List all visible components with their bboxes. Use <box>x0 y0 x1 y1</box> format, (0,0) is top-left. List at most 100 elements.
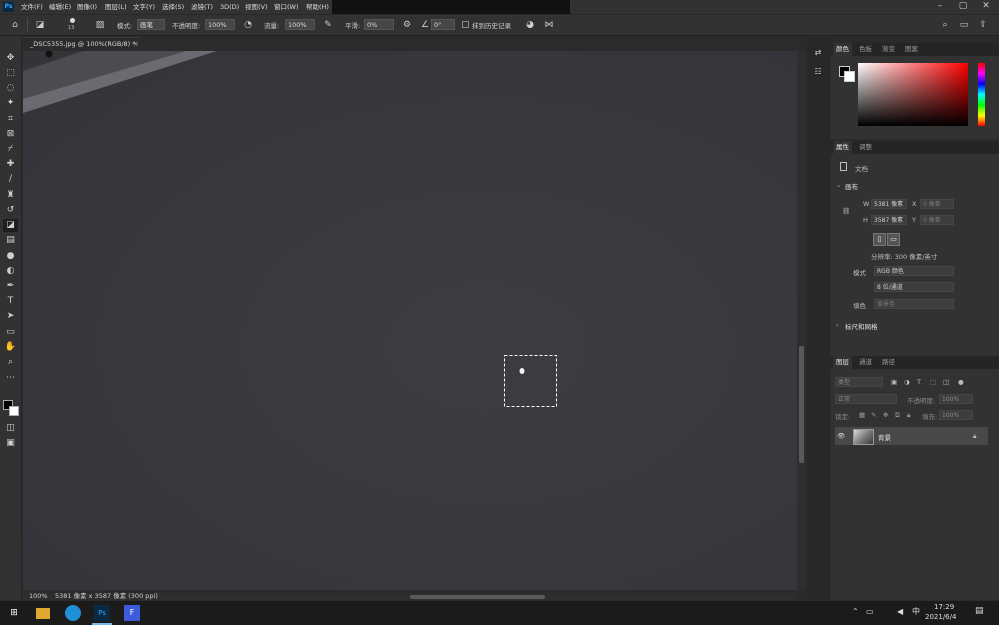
volume-icon[interactable]: ◀ <box>897 607 903 616</box>
lock-transparent-icon[interactable]: ▦ <box>859 411 865 419</box>
bit-depth-select[interactable]: 8 位/通道 <box>874 282 954 292</box>
menu-edit[interactable]: 编辑(E) <box>49 2 71 12</box>
layer-filter-select[interactable]: 类型 <box>835 377 883 387</box>
filter-toggle-icon[interactable]: ● <box>958 378 964 386</box>
smoothing-field[interactable]: 0% <box>364 19 394 30</box>
angle-field[interactable]: 0° <box>431 19 455 30</box>
layer-row[interactable]: 👁︎ 背景 🔒︎ <box>835 427 988 445</box>
more-tools-icon[interactable]: ⋯ <box>3 372 18 385</box>
menu-type[interactable]: 文字(Y) <box>133 2 155 12</box>
hue-slider[interactable] <box>978 63 985 126</box>
zoom-tool-icon[interactable]: ⌕ <box>3 356 18 369</box>
rectangle-tool-icon[interactable]: ▭ <box>3 326 18 339</box>
background-color-swatch[interactable] <box>9 406 19 416</box>
share-icon[interactable]: ⇪ <box>976 18 990 32</box>
lock-artboard-icon[interactable]: ⧉ <box>895 411 900 420</box>
ime-indicator[interactable]: 中 <box>912 606 920 617</box>
gradient-tool-icon[interactable]: ▤ <box>3 234 18 247</box>
menu-file[interactable]: 文件(F) <box>21 2 43 12</box>
network-icon[interactable]: ▭ <box>866 607 874 616</box>
photoshop-taskbar-icon[interactable]: Ps <box>94 605 110 621</box>
zoom-level[interactable]: 100% <box>29 591 48 601</box>
close-icon[interactable]: ✕ <box>975 0 997 14</box>
menu-layer[interactable]: 图层(L) <box>105 2 127 12</box>
type-tool-icon[interactable]: T <box>3 295 18 308</box>
tab-swatches[interactable]: 色板 <box>856 43 875 56</box>
layer-name[interactable]: 背景 <box>878 432 891 442</box>
quick-select-tool-icon[interactable]: ✦ <box>3 97 18 110</box>
filter-type-icon[interactable]: T <box>917 378 921 386</box>
lock-image-icon[interactable]: ✎ <box>871 411 876 419</box>
healing-brush-tool-icon[interactable]: ✚ <box>3 158 18 171</box>
link-dimensions-icon[interactable]: ⛓ <box>842 207 850 215</box>
y-field[interactable]: 0 像素 <box>920 215 954 225</box>
tab-close-icon[interactable]: × <box>133 38 139 51</box>
clock-date[interactable]: 2021/6/4 <box>925 613 956 621</box>
crop-tool-icon[interactable]: ⌗ <box>3 113 18 126</box>
filter-smart-object-icon[interactable]: ◫ <box>943 378 949 386</box>
lasso-tool-icon[interactable]: ◌ <box>3 82 18 95</box>
minimize-icon[interactable]: – <box>929 0 951 14</box>
maximize-icon[interactable]: ▢ <box>952 0 974 14</box>
brush-settings-icon[interactable]: ▨ <box>93 18 107 32</box>
eyedropper-tool-icon[interactable]: ⌿ <box>3 143 18 156</box>
tab-patterns[interactable]: 图案 <box>902 43 921 56</box>
document-tab[interactable]: _DSC5355.jpg @ 100%(RGB/8) * × <box>23 37 141 51</box>
horizontal-scroll-thumb[interactable] <box>410 595 545 599</box>
move-tool-icon[interactable]: ✥ <box>3 52 18 65</box>
canvas-collapse-icon[interactable]: ⌄ <box>836 181 841 189</box>
app-f-icon[interactable]: F <box>124 605 140 621</box>
tab-color[interactable]: 颜色 <box>833 43 852 56</box>
menu-help[interactable]: 帮助(H) <box>306 2 329 12</box>
pen-tool-icon[interactable]: ✒ <box>3 280 18 293</box>
collapse-panels-icon[interactable]: ⇄ <box>812 48 824 60</box>
pressure-opacity-icon[interactable]: ◔ <box>241 18 255 32</box>
workspace-icon[interactable]: ▭ <box>957 18 971 32</box>
brush-tool-icon[interactable]: / <box>3 173 18 186</box>
windows-start-icon[interactable]: ⊞ <box>6 605 22 621</box>
lock-position-icon[interactable]: ✥ <box>883 411 888 419</box>
edge-browser-icon[interactable] <box>65 605 81 621</box>
canvas-area[interactable] <box>23 51 797 590</box>
rulers-collapse-icon[interactable]: › <box>836 321 839 329</box>
frame-tool-icon[interactable]: ⊠ <box>3 128 18 141</box>
history-panel-icon[interactable]: ☷ <box>812 67 824 79</box>
menu-window[interactable]: 窗口(W) <box>274 2 299 12</box>
lock-all-icon[interactable]: 🔒︎ <box>907 411 910 420</box>
tab-properties[interactable]: 属性 <box>833 141 852 154</box>
marquee-tool-icon[interactable]: ⬚ <box>3 67 18 80</box>
flow-field[interactable]: 100% <box>285 19 315 30</box>
layer-fill-field[interactable]: 100% <box>939 410 973 420</box>
menu-image[interactable]: 图像(I) <box>77 2 97 12</box>
canvas-section-header[interactable]: 画布 <box>845 181 858 191</box>
search-icon[interactable]: ⌕ <box>938 18 952 32</box>
brush-preset-picker[interactable]: 13 <box>67 18 79 32</box>
clone-stamp-tool-icon[interactable]: ♜ <box>3 189 18 202</box>
menu-view[interactable]: 视图(V) <box>245 2 268 12</box>
erase-to-history-checkbox[interactable] <box>462 21 469 28</box>
filter-pixel-icon[interactable]: ▣ <box>891 378 897 386</box>
background-swatch[interactable] <box>844 71 855 82</box>
home-icon[interactable]: ⌂ <box>8 18 22 32</box>
eraser-tool-preset-icon[interactable]: ◪ <box>33 18 47 32</box>
height-field[interactable]: 3587 像素 <box>871 215 907 225</box>
file-explorer-icon[interactable] <box>36 608 50 619</box>
tab-layers[interactable]: 图层 <box>833 356 852 369</box>
notification-icon[interactable]: ▤ <box>975 606 984 616</box>
tab-paths[interactable]: 路径 <box>879 356 898 369</box>
filter-adjustment-icon[interactable]: ◑ <box>904 378 910 386</box>
blur-tool-icon[interactable]: ● <box>3 250 18 263</box>
tab-channels[interactable]: 通道 <box>856 356 875 369</box>
rulers-grids-header[interactable]: 标尺和网格 <box>845 321 878 331</box>
tray-expand-icon[interactable]: ⌃ <box>852 607 859 616</box>
pressure-size-icon[interactable]: ◕ <box>523 18 537 32</box>
portrait-orientation-icon[interactable]: ▯ <box>873 233 886 246</box>
history-brush-tool-icon[interactable]: ↺ <box>3 204 18 217</box>
tab-adjustments[interactable]: 调整 <box>856 141 875 154</box>
filter-shape-icon[interactable]: ⬚ <box>930 378 936 386</box>
landscape-orientation-icon[interactable]: ▭ <box>887 233 900 246</box>
blend-mode-select[interactable]: 正常 <box>835 394 897 404</box>
menu-select[interactable]: 选择(S) <box>162 2 184 12</box>
tab-gradients[interactable]: 渐变 <box>879 43 898 56</box>
quick-mask-icon[interactable]: ◫ <box>3 422 18 435</box>
